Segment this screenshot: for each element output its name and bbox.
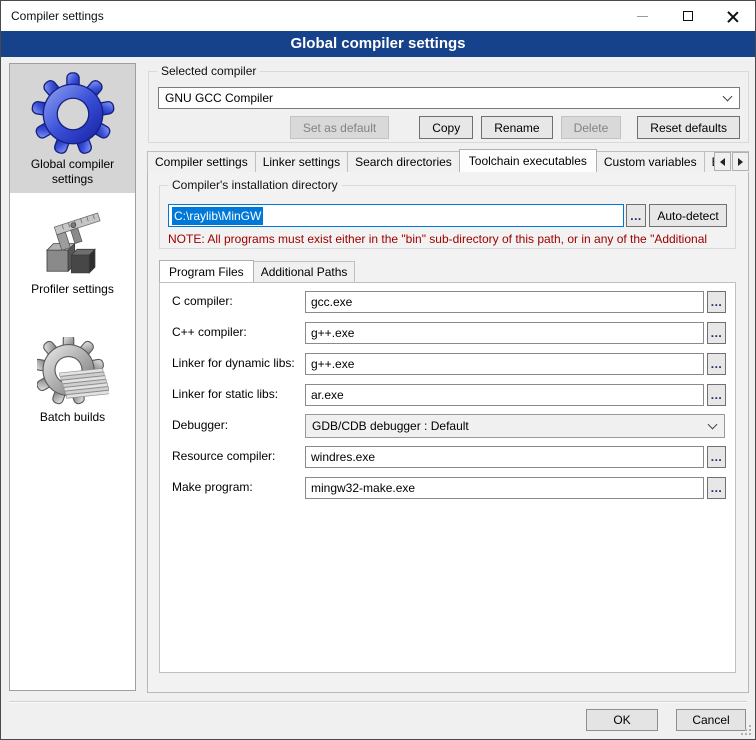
linker-static-label: Linker for static libs: [172,387,278,401]
sidebar-item-label: Profiler settings [10,281,135,303]
compiler-actions: Set as default Copy Rename Delete Reset … [282,116,740,139]
linker-static-input[interactable]: ar.exe [305,384,704,406]
linker-static-browse-button[interactable]: ... [707,384,726,406]
installation-directory-group-label: Compiler's installation directory [168,178,342,192]
c-compiler-browse-button[interactable]: ... [707,291,726,313]
selected-compiler-group-label: Selected compiler [157,64,260,78]
make-program-value: mingw32-make.exe [311,481,415,495]
cancel-button[interactable]: Cancel [676,709,746,731]
ellipsis-icon: ... [630,212,642,220]
tab-custom-variables[interactable]: Custom variables [596,151,705,172]
title-bar: Compiler settings [1,1,755,31]
sidebar-item-profiler-settings[interactable]: Profiler settings [10,203,135,303]
resource-compiler-browse-button[interactable]: ... [707,446,726,468]
maximize-button[interactable] [665,1,710,31]
ellipsis-icon: ... [711,453,723,461]
selected-compiler-group: Selected compiler GNU GCC Compiler Set a… [148,71,749,143]
ellipsis-icon: ... [711,298,723,306]
make-program-browse-button[interactable]: ... [707,477,726,499]
tab-scroll-left-button[interactable] [714,152,731,171]
program-files-tabstrip: Program Files Additional Paths [159,259,736,282]
auto-detect-button[interactable]: Auto-detect [649,204,727,227]
c-compiler-value: gcc.exe [311,295,352,309]
minimize-button[interactable] [620,1,665,31]
ellipsis-icon: ... [711,484,723,492]
sidebar-item-label: Batch builds [10,409,135,431]
ellipsis-icon: ... [711,360,723,368]
resource-compiler-input[interactable]: windres.exe [305,446,704,468]
debugger-select[interactable]: GDB/CDB debugger : Default [305,414,725,438]
linker-dynamic-label: Linker for dynamic libs: [172,356,295,370]
tab-toolchain-executables[interactable]: Toolchain executables [459,149,597,172]
debugger-label: Debugger: [172,418,228,432]
cpp-compiler-input[interactable]: g++.exe [305,322,704,344]
cpp-compiler-label: C++ compiler: [172,325,247,339]
tab-compiler-settings[interactable]: Compiler settings [147,151,256,172]
installation-directory-input[interactable]: C:\raylib\MinGW [168,204,624,227]
window-title: Compiler settings [1,9,104,23]
sidebar-item-batch-builds[interactable]: Batch builds [10,337,135,431]
settings-category-list: Global compiler settings [9,63,136,691]
settings-tabstrip: Compiler settings Linker settings Search… [147,148,749,172]
installation-note: NOTE: All programs must exist either in … [168,232,734,246]
footer-divider [9,701,747,703]
copy-button[interactable]: Copy [419,116,473,139]
installation-directory-group: Compiler's installation directory C:\ray… [159,185,736,249]
rename-button[interactable]: Rename [481,116,552,139]
cpp-compiler-browse-button[interactable]: ... [707,322,726,344]
compiler-settings-dialog: Compiler settings Global compiler settin… [0,0,756,740]
compiler-select-value: GNU GCC Compiler [165,91,724,105]
tab-additional-paths[interactable]: Additional Paths [253,261,356,282]
tab-linker-settings[interactable]: Linker settings [255,151,348,172]
resource-compiler-value: windres.exe [311,450,375,464]
c-compiler-label: C compiler: [172,294,233,308]
ok-button[interactable]: OK [586,709,658,731]
tab-scroll-right-button[interactable] [732,152,749,171]
installation-directory-value: C:\raylib\MinGW [172,207,263,225]
chevron-down-icon [723,91,733,101]
close-button[interactable] [710,1,755,31]
ellipsis-icon: ... [711,329,723,337]
resize-grip[interactable] [740,724,752,736]
debugger-select-value: GDB/CDB debugger : Default [312,419,709,433]
installation-directory-browse-button[interactable]: ... [626,204,646,227]
page-title: Global compiler settings [1,31,755,57]
sidebar-item-label: Global compiler settings [23,156,123,193]
set-as-default-button[interactable]: Set as default [290,116,389,139]
arrow-right-icon [738,158,743,166]
maximize-icon [683,11,693,21]
gray-gear-stack-icon [37,337,109,409]
linker-static-value: ar.exe [311,388,344,402]
ellipsis-icon: ... [711,391,723,399]
chevron-down-icon [708,419,718,429]
tab-scroll-arrows [713,152,749,171]
sidebar-item-global-compiler-settings[interactable]: Global compiler settings [10,64,135,193]
linker-dynamic-value: g++.exe [311,357,354,371]
close-icon [727,11,738,22]
resource-compiler-label: Resource compiler: [172,449,275,463]
tab-search-directories[interactable]: Search directories [347,151,460,172]
c-compiler-input[interactable]: gcc.exe [305,291,704,313]
linker-dynamic-input[interactable]: g++.exe [305,353,704,375]
delete-button[interactable]: Delete [561,116,622,139]
reset-defaults-button[interactable]: Reset defaults [637,116,740,139]
compiler-select[interactable]: GNU GCC Compiler [158,87,740,109]
tab-program-files[interactable]: Program Files [159,260,254,282]
arrow-left-icon [720,158,725,166]
minimize-icon [637,16,648,17]
make-program-label: Make program: [172,480,253,494]
program-files-page: C compiler: gcc.exe ... C++ compiler: g+… [159,282,736,673]
make-program-input[interactable]: mingw32-make.exe [305,477,704,499]
blue-gear-icon [31,72,115,156]
window-controls [620,1,755,31]
linker-dynamic-browse-button[interactable]: ... [707,353,726,375]
caliper-icon [34,203,112,281]
cpp-compiler-value: g++.exe [311,326,354,340]
